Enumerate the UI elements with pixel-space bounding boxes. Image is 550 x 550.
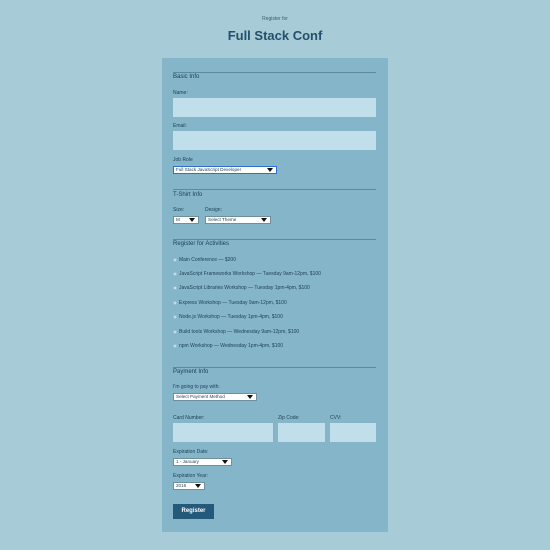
payment-info-title: Payment Info [173,369,209,375]
activity-label: JavaScript Frameworks Workshop — Tuesday… [179,271,321,277]
page-title: Full Stack Conf [227,28,323,43]
section-divider [173,72,376,73]
activity-label: Node.js Workshop — Tuesday 1pm-4pm, $100 [179,314,283,320]
expiration-month-select[interactable]: 1 - January [173,458,232,466]
name-input[interactable] [173,98,376,117]
expiration-year-select[interactable]: 2016 [173,482,205,490]
section-divider [173,239,376,240]
zip-code-label: Zip Code: [278,415,300,421]
cvv-label: CVV: [330,415,342,421]
activity-label: Main Conference — $200 [179,257,236,263]
activity-checkbox[interactable] [173,343,177,348]
design-select[interactable]: Select Theme [205,216,271,224]
expiration-year-value: 2016 [176,483,187,488]
chevron-down-icon [222,460,228,464]
activity-label: npm Workshop — Wednesday 1pm-4pm, $100 [179,343,284,349]
cvv-input[interactable] [330,423,376,442]
register-button[interactable]: Register [173,504,214,519]
activity-checkbox[interactable] [173,300,177,305]
basic-info-title: Basic Info [173,74,200,80]
activity-label: Express Workshop — Tuesday 9am-12pm, $10… [179,300,287,306]
activity-checkbox[interactable] [173,314,177,319]
card-number-input[interactable] [173,423,273,442]
chevron-down-icon [195,484,201,488]
activity-label: JavaScript Libraries Workshop — Tuesday … [179,285,310,291]
activity-checkbox[interactable] [173,285,177,290]
card-number-label: Card Number: [173,415,205,421]
activity-item[interactable]: JavaScript Frameworks Workshop — Tuesday… [173,270,321,278]
section-divider [173,367,376,368]
chevron-down-icon [261,218,267,222]
design-value: Select Theme [208,217,237,222]
activity-checkbox[interactable] [173,329,177,334]
activity-label: Build tools Workshop — Wednesday 9am-12p… [179,329,300,335]
job-role-label: Job Role [173,157,193,163]
expiration-month-value: 1 - January [176,459,199,464]
activity-item[interactable]: Build tools Workshop — Wednesday 9am-12p… [173,328,299,336]
payment-method-select[interactable]: Select Payment Method [173,393,257,401]
design-label: Design: [205,207,222,213]
zip-code-input[interactable] [278,423,325,442]
size-value: M [176,217,180,222]
activity-item[interactable]: npm Workshop — Wednesday 1pm-4pm, $100 [173,342,283,350]
chevron-down-icon [267,168,273,172]
pay-with-label: I'm going to pay with: [173,384,220,390]
activity-item[interactable]: Node.js Workshop — Tuesday 1pm-4pm, $100 [173,313,283,321]
section-divider [173,189,376,190]
email-input[interactable] [173,131,376,150]
activity-checkbox[interactable] [173,257,177,262]
activity-item[interactable]: Main Conference — $200 [173,256,236,264]
size-label: Size: [173,207,185,213]
email-label: Email: [173,123,187,129]
activity-checkbox[interactable] [173,271,177,276]
name-label: Name: [173,90,188,96]
payment-method-value: Select Payment Method [176,394,225,399]
page-kicker: Register for [262,16,288,22]
job-role-select[interactable]: Full Stack JavaScript Developer [173,166,277,174]
chevron-down-icon [189,218,195,222]
tshirt-info-title: T-Shirt Info [173,192,203,198]
activity-item[interactable]: JavaScript Libraries Workshop — Tuesday … [173,284,310,292]
registration-form: Basic Info Name: Email: Job Role Full St… [162,58,388,532]
expiration-year-label: Expiration Year: [173,473,209,479]
activities-title: Register for Activities [173,241,230,247]
job-role-value: Full Stack JavaScript Developer [176,167,242,172]
size-select[interactable]: M [173,216,199,224]
activity-item[interactable]: Express Workshop — Tuesday 9am-12pm, $10… [173,299,287,307]
expiration-date-label: Expiration Date: [173,449,209,455]
chevron-down-icon [247,395,253,399]
